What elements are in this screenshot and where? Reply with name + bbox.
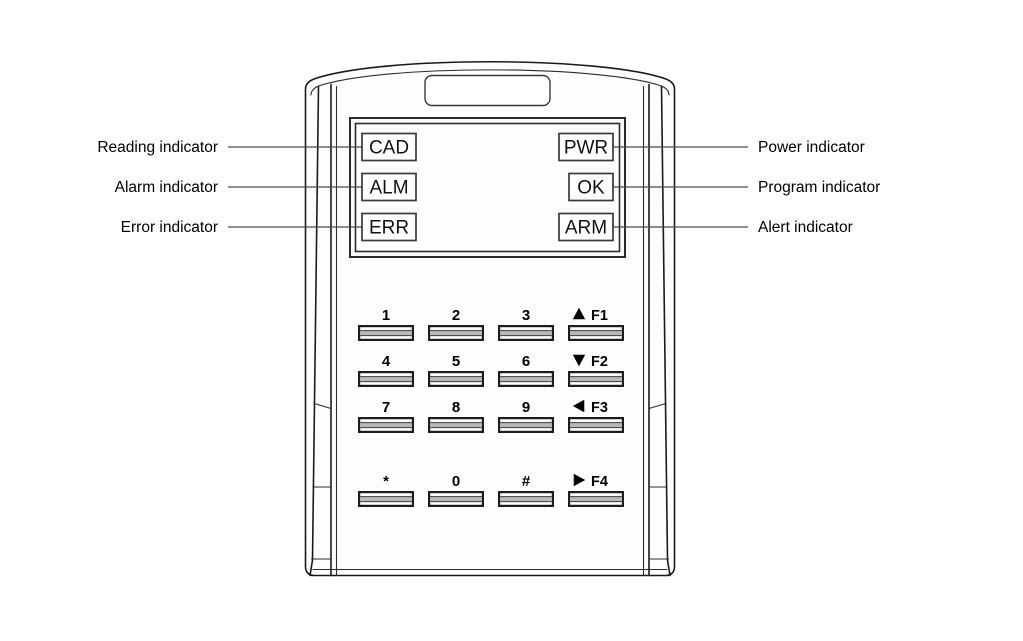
callout-alarm-indicator: Alarm indicator: [115, 179, 218, 196]
key-bar-groove-top: [430, 422, 482, 424]
indicator-ok[interactable]: OK: [568, 172, 614, 202]
key-bar-band: [430, 330, 482, 336]
callout-error-indicator: Error indicator: [121, 219, 218, 236]
key-label: 7: [382, 399, 390, 416]
key-bar-groove-bottom: [570, 335, 622, 337]
key-bar-band: [500, 330, 552, 336]
key-bar-groove-bottom: [570, 381, 622, 383]
key-bar-groove-top: [500, 330, 552, 332]
key-bar-groove-top: [570, 496, 622, 498]
callout-alert-indicator: Alert indicator: [758, 219, 853, 236]
key-label: 4: [382, 353, 391, 370]
key-bar-band: [430, 496, 482, 502]
key-bar-band: [570, 376, 622, 382]
key-label: 3: [522, 307, 530, 324]
reader-slot: [424, 74, 551, 107]
key-bar-groove-bottom: [430, 335, 482, 337]
key-bar-groove-top: [430, 330, 482, 332]
key-bar-band: [360, 422, 412, 428]
indicator-alm[interactable]: ALM: [361, 172, 417, 202]
key-bar-groove-top: [570, 330, 622, 332]
indicator-arm[interactable]: ARM: [558, 212, 614, 242]
key-label: 6: [522, 353, 530, 370]
key-label: *: [383, 473, 389, 490]
key-bar-groove-top: [360, 376, 412, 378]
key-bar-band: [500, 422, 552, 428]
key-bar-band: [430, 376, 482, 382]
key-bar-groove-bottom: [360, 381, 412, 383]
key-bar-groove-top: [500, 422, 552, 424]
indicator-alm-label: ALM: [369, 178, 408, 199]
key-label: 8: [452, 399, 460, 416]
key-label: 1: [382, 307, 390, 324]
key-label: F3: [591, 400, 608, 416]
indicator-cad-label: CAD: [369, 138, 409, 159]
indicator-arm-label: ARM: [565, 218, 607, 239]
key-bar-groove-bottom: [500, 501, 552, 503]
key-bar-groove-top: [570, 376, 622, 378]
key-label: 0: [452, 473, 460, 490]
key-bar-groove-bottom: [360, 501, 412, 503]
key-bar-groove-bottom: [570, 501, 622, 503]
key-bar-groove-bottom: [360, 427, 412, 429]
key-bar-band: [360, 496, 412, 502]
key-bar-band: [570, 330, 622, 336]
key-bar-groove-bottom: [500, 335, 552, 337]
indicator-group-left: CAD ALM ERR: [361, 132, 417, 242]
key-bar-groove-bottom: [500, 381, 552, 383]
callout-program-indicator: Program indicator: [758, 179, 880, 196]
key-bar-groove-bottom: [360, 335, 412, 337]
callouts-right: Power indicator Program indicator Alert …: [758, 139, 880, 236]
callout-power-indicator: Power indicator: [758, 139, 865, 156]
key-bar-groove-top: [360, 330, 412, 332]
key-bar-band: [570, 422, 622, 428]
key-bar-band: [430, 422, 482, 428]
key-bar-band: [360, 376, 412, 382]
key-label: 2: [452, 307, 460, 324]
key-label: #: [522, 473, 531, 490]
key-bar-band: [500, 376, 552, 382]
key-bar-groove-bottom: [570, 427, 622, 429]
diagram-canvas: CAD ALM ERR PWR OK ARM Reading indicator…: [0, 0, 1023, 641]
key-bar-groove-bottom: [430, 381, 482, 383]
key-bar-groove-bottom: [500, 427, 552, 429]
key-bar-groove-bottom: [430, 501, 482, 503]
key-label: 5: [452, 353, 460, 370]
key-label: F1: [591, 308, 608, 324]
indicator-pwr[interactable]: PWR: [558, 132, 614, 162]
key-bar-band: [500, 496, 552, 502]
callout-reading-indicator: Reading indicator: [97, 139, 218, 156]
key-bar-band: [570, 496, 622, 502]
key-bar-groove-top: [360, 496, 412, 498]
indicator-pwr-label: PWR: [564, 138, 608, 159]
key-bar-band: [360, 330, 412, 336]
key-label: F2: [591, 354, 608, 370]
key-bar-groove-top: [500, 376, 552, 378]
key-label: F4: [591, 474, 608, 490]
key-label: 9: [522, 399, 530, 416]
key-bar-groove-top: [430, 376, 482, 378]
indicator-cad[interactable]: CAD: [361, 132, 417, 162]
key-bar-groove-top: [360, 422, 412, 424]
key-bar-groove-top: [570, 422, 622, 424]
indicator-ok-label: OK: [577, 178, 605, 199]
indicator-err[interactable]: ERR: [361, 212, 417, 242]
key-bar-groove-top: [430, 496, 482, 498]
callouts-left: Reading indicator Alarm indicator Error …: [97, 139, 218, 236]
key-bar-groove-bottom: [430, 427, 482, 429]
key-bar-groove-top: [500, 496, 552, 498]
indicator-err-label: ERR: [369, 218, 409, 239]
